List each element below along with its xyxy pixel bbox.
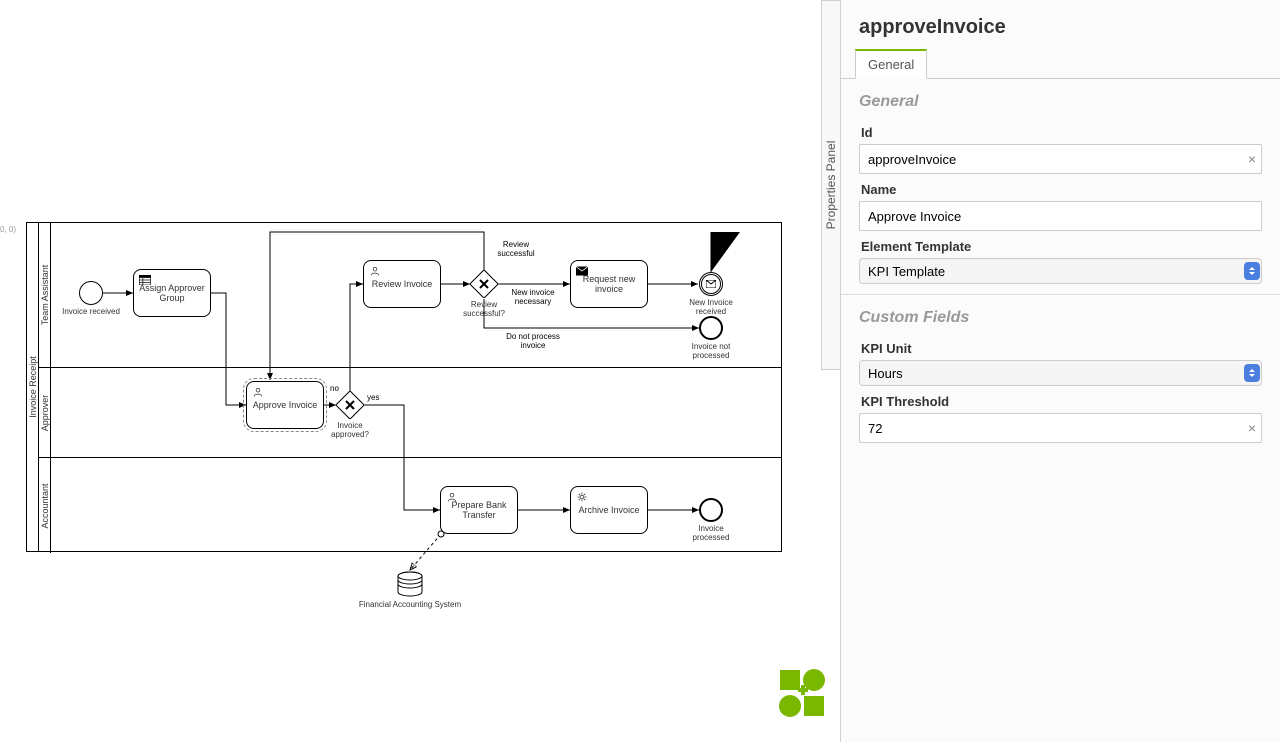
user-task-icon: [252, 387, 264, 397]
lane-label[interactable]: Approver: [39, 368, 51, 457]
lane-approver[interactable]: Approver: [39, 368, 781, 458]
intermediate-event-new-invoice-received[interactable]: New Invoice received: [699, 272, 723, 296]
pool-label[interactable]: Invoice Receipt: [27, 223, 39, 551]
select-kpi-unit[interactable]: [859, 360, 1262, 386]
end-event-invoice-processed[interactable]: Invoice processed: [699, 498, 723, 522]
task-label: Assign Approver Group: [138, 283, 206, 303]
lane-label[interactable]: Team Assistant: [39, 223, 51, 367]
task-approve-invoice[interactable]: Approve Invoice: [246, 381, 324, 429]
task-label: Prepare Bank Transfer: [445, 500, 513, 520]
input-kpi-threshold[interactable]: [859, 413, 1262, 443]
select-arrows-icon[interactable]: [1244, 364, 1260, 382]
send-task-icon: [576, 266, 588, 276]
group-heading-general: General: [841, 79, 1280, 117]
properties-tabs: General: [841, 49, 1280, 79]
canvas-coordinates: 0, 0): [0, 225, 16, 234]
task-label: Archive Invoice: [578, 505, 639, 515]
user-task-icon: [369, 266, 381, 276]
user-task-icon: [446, 492, 458, 502]
tab-general[interactable]: General: [855, 49, 927, 79]
label-element-template: Element Template: [861, 239, 1260, 254]
input-id[interactable]: [859, 144, 1262, 174]
label-kpi-unit: KPI Unit: [861, 341, 1260, 356]
task-review-invoice[interactable]: Review Invoice: [363, 260, 441, 308]
task-prepare-bank-transfer[interactable]: Prepare Bank Transfer: [440, 486, 518, 534]
task-label: Approve Invoice: [253, 400, 318, 410]
task-request-new-invoice[interactable]: Request new invoice: [570, 260, 648, 308]
properties-panel-toggle[interactable]: Properties Panel: [821, 0, 840, 370]
service-task-icon: [576, 492, 588, 502]
task-assign-approver-group[interactable]: Assign Approver Group: [133, 269, 211, 317]
select-element-template[interactable]: [859, 258, 1262, 284]
select-arrows-icon[interactable]: [1244, 262, 1260, 280]
properties-panel: approveInvoice General General Id × Name…: [840, 0, 1280, 742]
lane-label[interactable]: Accountant: [39, 458, 51, 553]
properties-panel-title: approveInvoice: [841, 0, 1280, 49]
label-kpi-threshold: KPI Threshold: [861, 394, 1260, 409]
data-store-financial-accounting-system[interactable]: Financial Accounting System: [396, 570, 424, 598]
gateway-review-successful[interactable]: Review successful?: [470, 270, 498, 298]
diagram-canvas[interactable]: 0, 0) Invoice Receipt Team Assistant App…: [0, 0, 840, 742]
message-icon: [706, 280, 716, 288]
clear-kpi-threshold-icon[interactable]: ×: [1248, 420, 1256, 436]
task-archive-invoice[interactable]: Archive Invoice: [570, 486, 648, 534]
business-rule-task-icon: [139, 275, 151, 285]
task-label: Request new invoice: [575, 274, 643, 294]
lane-accountant[interactable]: Accountant: [39, 458, 781, 553]
input-name[interactable]: [859, 201, 1262, 231]
label-name: Name: [861, 182, 1260, 197]
end-event-invoice-not-processed[interactable]: Invoice not processed: [699, 316, 723, 340]
task-label: Review Invoice: [372, 279, 433, 289]
group-heading-custom-fields: Custom Fields: [841, 295, 1280, 333]
label-id: Id: [861, 125, 1260, 140]
bpmn-io-logo[interactable]: [778, 668, 828, 718]
clear-id-icon[interactable]: ×: [1248, 151, 1256, 167]
start-event-invoice-received[interactable]: Invoice received: [79, 281, 103, 305]
gateway-invoice-approved[interactable]: Invoice approved?: [336, 391, 364, 419]
